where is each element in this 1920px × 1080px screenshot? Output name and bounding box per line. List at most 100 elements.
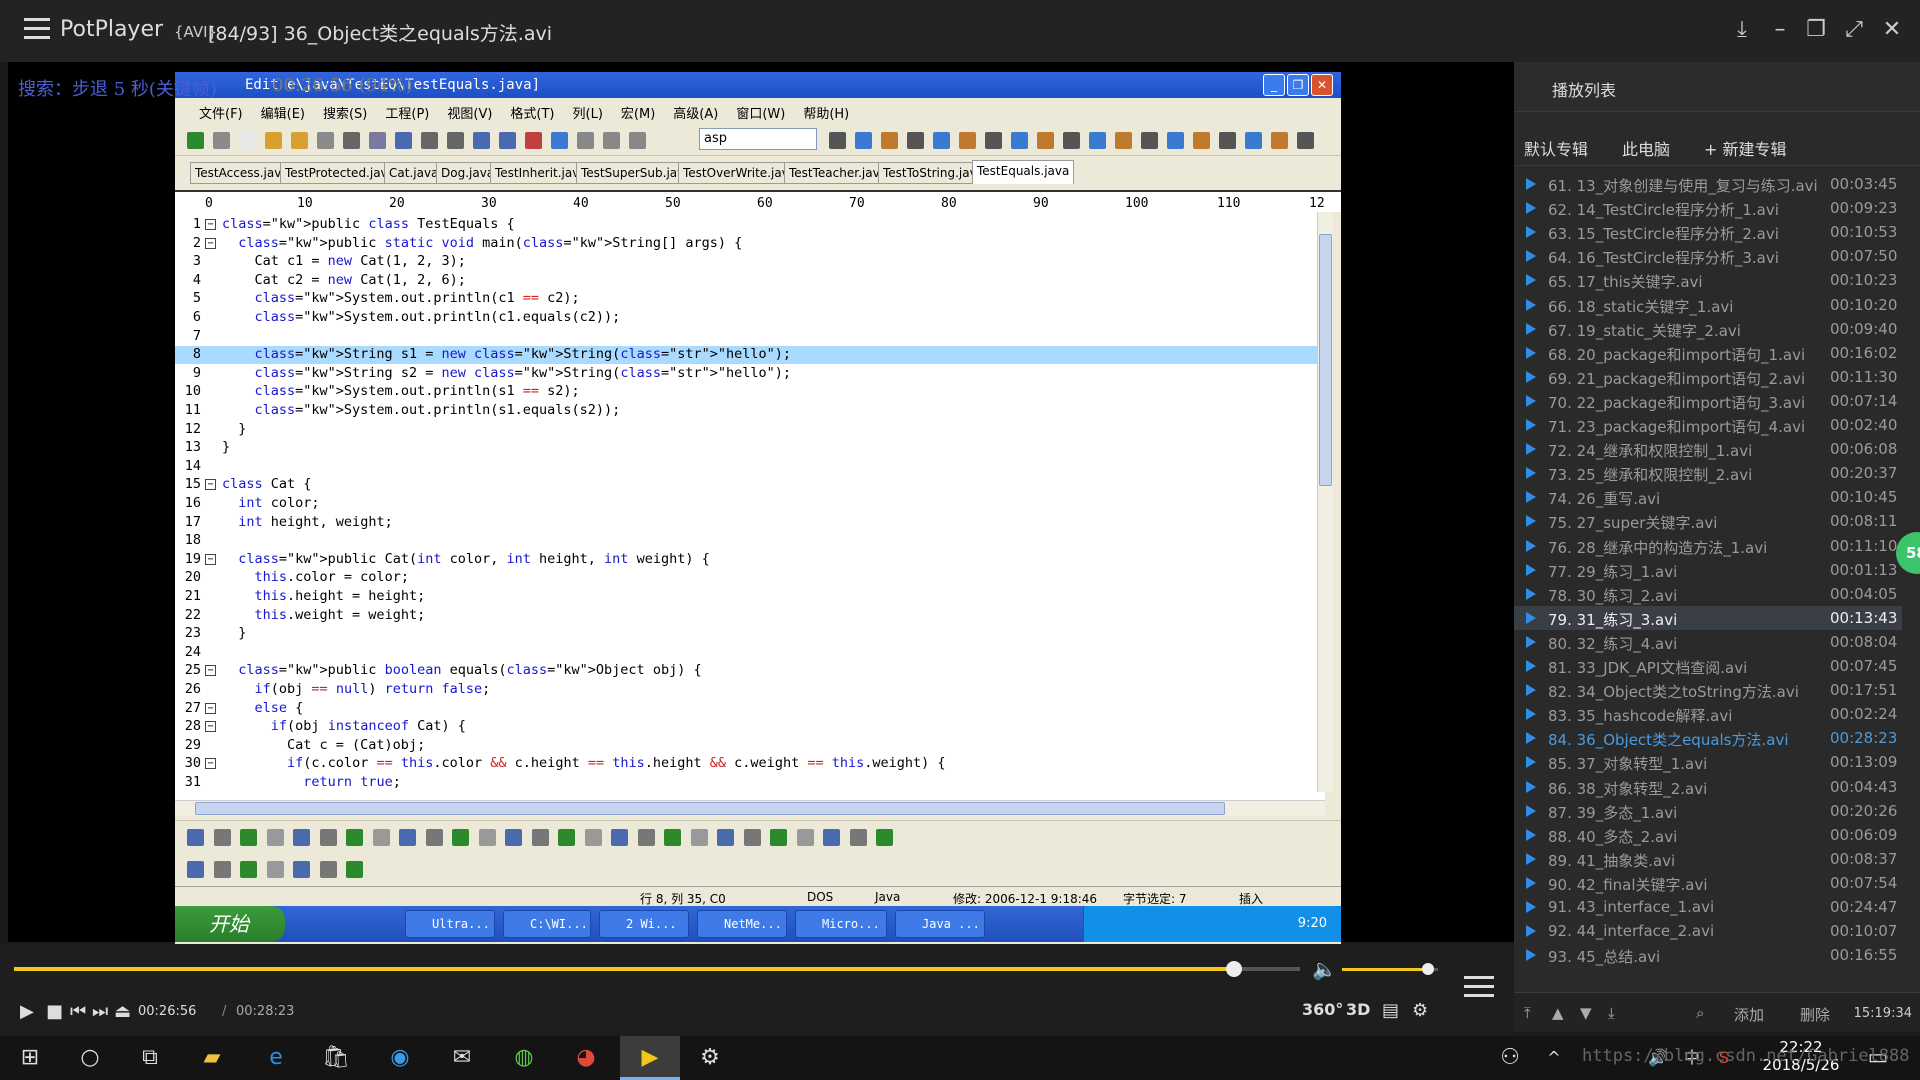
playlist-item[interactable]: 92. 44_interface_2.avi 00:10:07 — [1514, 919, 1902, 943]
code-text: class="kw">System.out.println(s1.equals(… — [254, 402, 621, 418]
tray-expand-icon[interactable]: ^ — [1540, 1044, 1568, 1072]
playlist-item[interactable]: 68. 20_package和import语句_1.avi 00:16:02 — [1514, 341, 1902, 365]
playlist-item[interactable]: 87. 39_多态_1.avi 00:20:26 — [1514, 799, 1902, 823]
restore-button[interactable]: ❐ — [1800, 14, 1832, 46]
playlist-item[interactable]: 83. 35_hashcode解释.avi 00:02:24 — [1514, 702, 1902, 726]
search-icon[interactable]: ⌕ — [1696, 1004, 1704, 1022]
volume-handle[interactable] — [1422, 963, 1435, 975]
ultraedit-html-toolbar — [175, 820, 1341, 884]
move-top-icon[interactable]: ⤒ — [1524, 1004, 1531, 1022]
store-icon[interactable]: 🛍 — [322, 1044, 350, 1072]
move-up-icon[interactable]: ▲ — [1552, 1004, 1564, 1022]
html-toolbar-icon — [293, 861, 310, 878]
playlist-item[interactable]: 67. 19_static_关键字_2.avi 00:09:40 — [1514, 317, 1902, 341]
playlist-item[interactable]: 80. 32_练习_4.avi 00:08:04 — [1514, 630, 1902, 654]
toolbar-icon — [343, 132, 360, 149]
previous-icon[interactable]: ⏮ — [70, 1001, 86, 1022]
playlist-title[interactable]: 播放列表 — [1552, 77, 1616, 101]
playlist-item[interactable]: 88. 40_多态_2.avi 00:06:09 — [1514, 823, 1902, 847]
chrome-icon[interactable]: ◕ — [572, 1044, 600, 1072]
playlist-item[interactable]: 84. 36_Object类之equals方法.avi 00:28:23 — [1514, 726, 1902, 750]
play-marker-icon — [1526, 732, 1536, 745]
playlist-item[interactable]: 79. 31_练习_3.avi 00:13:43 — [1514, 605, 1902, 630]
playlist-item[interactable]: 78. 30_练习_2.avi 00:04:05 — [1514, 582, 1902, 606]
playlist-item[interactable]: 70. 22_package和import语句_3.avi 00:07:14 — [1514, 389, 1902, 413]
next-icon[interactable]: ⏭ — [92, 1001, 108, 1022]
play-marker-icon — [1526, 635, 1536, 648]
playlist-toggle-button[interactable] — [1464, 976, 1494, 1002]
vr-360-button[interactable]: 360° — [1302, 1000, 1343, 1019]
video-frame-ultraedit: Edit e\java\TestEQ\TestEquals.java] _ ❐ … — [175, 72, 1341, 946]
subtitle-icon[interactable]: ▤ — [1382, 1000, 1399, 1021]
edge-icon[interactable]: e — [262, 1044, 290, 1072]
add-button[interactable]: 添加 — [1734, 1004, 1764, 1025]
playlist-item[interactable]: 89. 41_抽象类.avi 00:08:37 — [1514, 847, 1902, 871]
3d-button[interactable]: 3D — [1346, 1000, 1370, 1019]
mail-icon[interactable]: ✉ — [448, 1044, 476, 1072]
tab-default-album[interactable]: 默认专辑 — [1524, 136, 1588, 160]
playlist-item[interactable]: 61. 13_对象创建与使用_复习与练习.avi 00:03:45 — [1514, 172, 1902, 196]
safari-icon[interactable]: ◉ — [386, 1044, 414, 1072]
total-time: 00:28:23 — [236, 1004, 295, 1019]
settings-gear-icon[interactable]: ⚙ — [1412, 1000, 1428, 1021]
playlist-item[interactable]: 82. 34_Object类之toString方法.avi 00:17:51 — [1514, 678, 1902, 702]
minimize-button[interactable]: – — [1764, 14, 1796, 46]
playlist-item-duration: 00:07:45 — [1830, 657, 1898, 675]
playlist-item[interactable]: 73. 25_继承和权限控制_2.avi 00:20:37 — [1514, 461, 1902, 485]
task-view-icon[interactable]: ⧉ — [136, 1044, 164, 1072]
playlist-item[interactable]: 71. 23_package和import语句_4.avi 00:02:40 — [1514, 413, 1902, 437]
playlist-item[interactable]: 86. 38_对象转型_2.avi 00:04:43 — [1514, 775, 1902, 799]
playlist-item[interactable]: 93. 45_总结.avi 00:16:55 — [1514, 943, 1902, 967]
settings-app-icon[interactable]: ⚙ — [696, 1044, 724, 1072]
pin-icon[interactable]: ⤓ — [1726, 14, 1758, 46]
code-text: return true; — [303, 774, 401, 790]
playlist-item[interactable]: 90. 42_final关键字.avi 00:07:54 — [1514, 871, 1902, 895]
playlist-item[interactable]: 75. 27_super关键字.avi 00:08:11 — [1514, 509, 1902, 533]
playlist-item[interactable]: 81. 33_JDK_API文档查阅.avi 00:07:45 — [1514, 654, 1902, 678]
playlist-item[interactable]: 76. 28_继承中的构造方法_1.avi 00:11:10 — [1514, 534, 1902, 558]
playlist-item-name: 85. 37_对象转型_1.avi — [1548, 755, 1708, 774]
code-line: 26 if(obj == null) return false; — [175, 681, 1317, 699]
move-down-icon[interactable]: ▼ — [1580, 1004, 1592, 1022]
tab-this-pc[interactable]: 此电脑 — [1622, 136, 1670, 160]
playlist-item-duration: 00:10:23 — [1830, 271, 1898, 290]
playlist-item[interactable]: 62. 14_TestCircle程序分析_1.avi 00:09:23 — [1514, 196, 1902, 220]
playlist-item[interactable]: 66. 18_static关键字_1.avi 00:10:20 — [1514, 293, 1902, 317]
playlist-item[interactable]: 77. 29_练习_1.avi 00:01:13 — [1514, 558, 1902, 582]
play-marker-icon — [1526, 925, 1536, 938]
playlist-item[interactable]: 69. 21_package和import语句_2.avi 00:11:30 — [1514, 365, 1902, 389]
playlist-item[interactable]: 74. 26_重写.avi 00:10:45 — [1514, 485, 1902, 509]
seek-bar[interactable] — [14, 961, 1300, 977]
playlist-item[interactable]: 65. 17_this关键字.avi 00:10:23 — [1514, 268, 1902, 292]
line-number: 17 — [184, 513, 201, 530]
playlist-item[interactable]: 72. 24_继承和权限控制_1.avi 00:06:08 — [1514, 437, 1902, 461]
playlist-item[interactable]: 91. 43_interface_1.avi 00:24:47 — [1514, 895, 1902, 919]
network-app-icon[interactable]: ◍ — [510, 1044, 538, 1072]
playlist-item[interactable]: 85. 37_对象转型_1.avi 00:13:09 — [1514, 750, 1902, 774]
volume-icon[interactable]: 🔈 — [1312, 957, 1337, 981]
move-bottom-icon[interactable]: ⤓ — [1608, 1004, 1615, 1022]
stop-icon[interactable]: ■ — [46, 1001, 63, 1022]
play-icon[interactable]: ▶ — [20, 1001, 34, 1022]
title-bar[interactable]: PotPlayer {AVI} [84/93] 36_Object类之equal… — [0, 0, 1920, 62]
cortana-icon[interactable]: ○ — [76, 1044, 104, 1072]
people-icon[interactable]: ⚇ — [1496, 1044, 1524, 1072]
file-explorer-icon[interactable]: ▰ — [198, 1044, 226, 1072]
playlist-item[interactable]: 64. 16_TestCircle程序分析_3.avi 00:07:50 — [1514, 244, 1902, 268]
toolbar-icon — [907, 132, 924, 149]
menu-format: 格式(T) — [510, 107, 555, 122]
tab-new-album[interactable]: + 新建专辑 — [1704, 136, 1787, 160]
playlist-item-name: 92. 44_interface_2.avi — [1548, 922, 1715, 941]
fullscreen-button[interactable]: ⤢ — [1838, 14, 1870, 46]
playlist-item[interactable]: 63. 15_TestCircle程序分析_2.avi 00:10:53 — [1514, 220, 1902, 244]
seek-handle[interactable] — [1226, 961, 1243, 977]
eject-icon[interactable]: ⏏ — [114, 1001, 131, 1022]
volume-slider[interactable] — [1342, 963, 1438, 975]
ruler-number: 12 — [1309, 196, 1325, 211]
close-button[interactable]: ✕ — [1876, 14, 1908, 46]
line-number: 10 — [184, 383, 201, 400]
windows-start-icon[interactable]: ⊞ — [16, 1044, 44, 1072]
potplayer-icon[interactable]: ▶ — [636, 1044, 664, 1072]
main-menu-button[interactable] — [24, 18, 50, 40]
delete-button[interactable]: 删除 — [1800, 1004, 1830, 1025]
